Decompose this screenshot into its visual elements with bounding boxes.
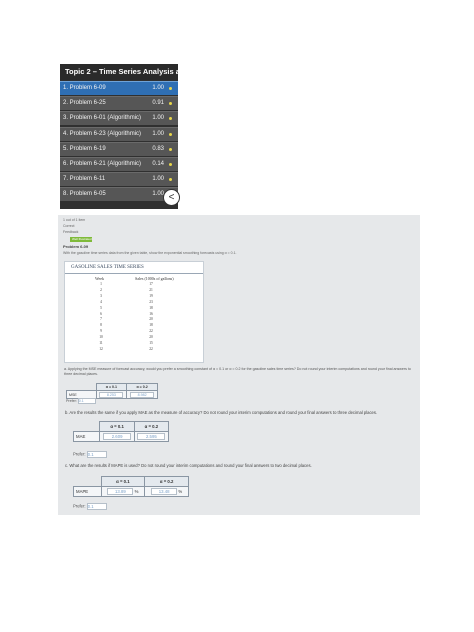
part-b-prefer: Prefer: 0.1: [73, 451, 107, 458]
problem-panel-continued: b. Are the results the same if you apply…: [58, 410, 420, 515]
feedback-badge: Well Illustrated: [70, 237, 92, 242]
mse-alpha-01-input[interactable]: 8.253: [99, 391, 124, 398]
part-a-question: a. Applying the MSE measure of forecast …: [64, 367, 411, 376]
problem-panel: 1 out of 1 item Correct Feedback Well Il…: [58, 215, 420, 413]
mae-alpha-01-input[interactable]: 2.609: [103, 433, 132, 440]
mae-label: MAE: [72, 431, 101, 442]
mape-alpha-01-input[interactable]: 13.89: [107, 488, 134, 495]
problem-label: 6. Problem 6-21 (Algorithmic): [63, 160, 142, 167]
sales-column: 17 21 19 23 18 16 20 18 22 20 15 22: [143, 282, 159, 353]
problem-item-6[interactable]: 6. Problem 6-21 (Algorithmic) 0.14: [60, 156, 178, 171]
alpha-02-header: α = 0.2: [144, 476, 189, 487]
problem-score: 0.83: [152, 145, 164, 152]
feedback-label: Feedback: [63, 230, 79, 234]
week-cell: 12: [99, 346, 103, 351]
part-c-mape-table: α = 0.1 α = 0.2 MAPE 13.89 % 13.48 %: [73, 476, 189, 497]
part-c-prefer: Prefer: 0.1: [73, 503, 107, 510]
problem-score: 1.00: [152, 130, 164, 137]
alpha-02-header: α = 0.2: [133, 421, 170, 432]
problem-score: 0.14: [152, 160, 164, 167]
prefer-select[interactable]: 0.1: [86, 451, 107, 458]
week-column: 1 2 3 4 5 6 7 8 9 10 11 12: [93, 282, 109, 353]
alpha-01-header: α = 0.1: [99, 421, 135, 432]
score-line: 1 out of 1 item: [63, 218, 86, 222]
prefer-label: Prefer:: [73, 503, 86, 509]
problem-label: 8. Problem 6-05: [63, 191, 106, 198]
mape-label: MAPE: [73, 486, 102, 497]
problem-item-8[interactable]: 8. Problem 6-05 1.00: [60, 187, 178, 202]
problem-navigator: Topic 2 – Time Series Analysis ar 1. Pro…: [60, 64, 178, 209]
status-dot-icon: [169, 132, 172, 136]
problem-label: 7. Problem 6-11: [63, 176, 106, 183]
problem-item-7[interactable]: 7. Problem 6-11 1.00: [60, 172, 178, 187]
problem-item-4[interactable]: 4. Problem 6-23 (Algorithmic) 1.00: [60, 126, 178, 141]
problem-label: 2. Problem 6-25: [63, 100, 106, 107]
sales-header: Sales (1000s of gallons): [135, 276, 174, 281]
collapse-navigator-button[interactable]: <: [163, 189, 180, 206]
mae-alpha-02-input[interactable]: 2.595: [137, 433, 166, 440]
problem-item-2[interactable]: 2. Problem 6-25 0.91: [60, 96, 178, 111]
alpha-01-header: α = 0.1: [95, 383, 128, 391]
status-dot-icon: [169, 162, 172, 166]
problem-title: Problem 6-09: [63, 244, 89, 249]
problem-list: 1. Problem 6-09 1.00 2. Problem 6-25 0.9…: [60, 81, 178, 203]
problem-description: With the gasoline time series data from …: [63, 251, 237, 255]
week-header: Week: [95, 276, 105, 281]
alpha-01-header: α = 0.1: [100, 476, 146, 487]
mape-alpha-02-input[interactable]: 13.48: [151, 488, 178, 495]
problem-item-3[interactable]: 3. Problem 6-01 (Algorithmic) 1.00: [60, 111, 178, 126]
prefer-label: Prefer:: [66, 398, 77, 403]
problem-score: 0.91: [152, 100, 164, 107]
table-title: GASOLINE SALES TIME SERIES: [65, 262, 203, 274]
gasoline-sales-table: GASOLINE SALES TIME SERIES Week Sales (1…: [64, 261, 204, 363]
problem-label: 5. Problem 6-19: [63, 145, 106, 152]
prefer-select[interactable]: 0.1: [86, 503, 107, 510]
part-b-question: b. Are the results the same if you apply…: [65, 410, 378, 415]
mse-alpha-02-input[interactable]: 8.982: [130, 391, 155, 398]
status-dot-icon: [169, 102, 172, 106]
problem-score: 1.00: [152, 115, 164, 122]
topic-title: Topic 2 – Time Series Analysis ar: [60, 64, 178, 80]
problem-item-5[interactable]: 5. Problem 6-19 0.83: [60, 141, 178, 156]
problem-label: 4. Problem 6-23 (Algorithmic): [63, 130, 142, 137]
status-dot-icon: [169, 178, 172, 182]
status-dot-icon: [169, 117, 172, 121]
part-a-mse-table: α = 0.1 α = 0.2 MSE 8.253 8.982: [66, 383, 158, 399]
problem-label: 3. Problem 6-01 (Algorithmic): [63, 115, 142, 122]
problem-score: 1.00: [152, 85, 164, 91]
part-b-mae-table: α = 0.1 α = 0.2 MAE 2.609 2.595: [72, 421, 170, 442]
problem-label: 1. Problem 6-09: [63, 85, 106, 91]
percent-unit: %: [178, 489, 183, 494]
problem-item-1[interactable]: 1. Problem 6-09 1.00: [60, 81, 178, 95]
status-dot-icon: [169, 87, 172, 90]
percent-unit: %: [134, 489, 139, 494]
alpha-02-header: α = 0.2: [126, 383, 158, 391]
part-a-prefer: Prefer: 0.1: [66, 398, 96, 404]
status-label: Correct: [63, 224, 75, 228]
prefer-label: Prefer:: [73, 451, 86, 457]
sales-cell: 22: [149, 346, 153, 351]
status-dot-icon: [169, 147, 172, 151]
problem-score: 1.00: [152, 176, 164, 183]
part-c-question: c. What are the results if MAPE is used?…: [65, 463, 312, 468]
prefer-select[interactable]: 0.1: [77, 398, 96, 404]
